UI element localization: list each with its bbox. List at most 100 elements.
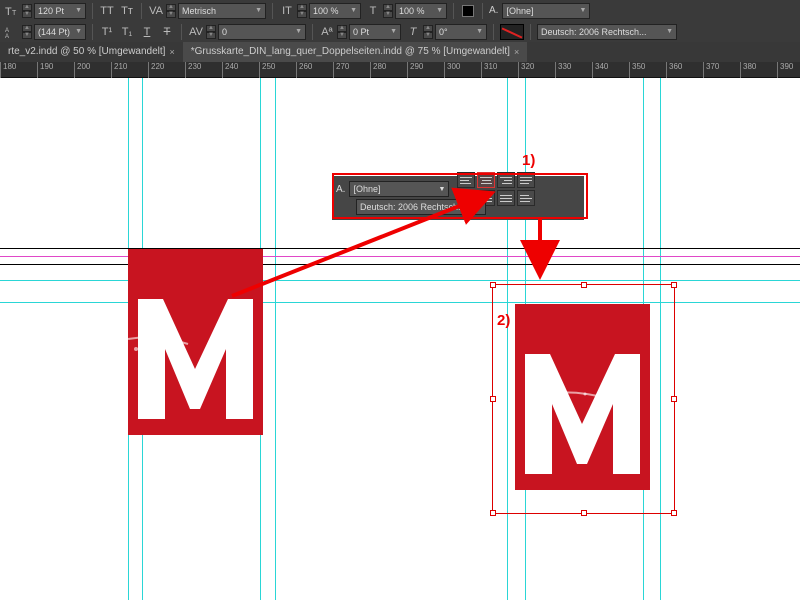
guide-horizontal[interactable] [0,280,800,281]
ruler-tick: 230 [185,62,201,78]
resize-handle[interactable] [671,396,677,402]
kerning-input[interactable]: Metrisch ▼ [178,3,266,19]
letter-m-graphic [515,304,650,490]
hscale-input[interactable]: 100 % ▼ [309,3,361,19]
ruler-tick: 270 [333,62,349,78]
placed-graphic-m-right[interactable] [515,304,650,490]
leading-group: AA ▲▼ (144 Pt)▼ [4,24,86,40]
ruler-tick: 240 [222,62,238,78]
placed-graphic-m-left[interactable] [128,249,263,435]
ruler-tick: 200 [74,62,90,78]
font-size-group: TT ▲▼ 120 Pt▼ [4,3,86,19]
close-icon[interactable]: × [514,42,519,62]
resize-handle[interactable] [581,510,587,516]
spinner[interactable]: ▲▼ [22,3,32,19]
tab-label: *Grusskarte_DIN_lang_quer_Doppelseiten.i… [191,42,510,62]
fill-icon[interactable] [460,3,476,19]
spinner[interactable]: ▲▼ [423,24,433,40]
spinner[interactable]: ▲▼ [383,3,393,19]
ruler-tick: 310 [481,62,497,78]
separator [272,3,273,19]
resize-handle[interactable] [490,282,496,288]
language-dropdown[interactable]: Deutsch: 2006 Rechtsch... ▼ [537,24,677,40]
ruler-tick: 210 [111,62,127,78]
skew-value: 0° [439,27,448,37]
vscale-input[interactable]: 100 % ▼ [395,3,447,19]
font-size-value: 120 Pt [38,6,64,16]
language-value: Deutsch: 2006 Rechtsch... [541,27,647,37]
letter-m-graphic [128,249,263,435]
dropdown-arrow-icon: ▼ [390,28,397,35]
resize-handle[interactable] [490,510,496,516]
para-style-dropdown[interactable]: [Ohne]▼ [502,3,590,19]
spinner[interactable]: ▲▼ [297,3,307,19]
font-size-input[interactable]: 120 Pt ▼ [34,3,86,19]
kerning-value: Metrisch [182,6,216,16]
skew-input[interactable]: 0° ▼ [435,24,487,40]
ruler-tick: 300 [444,62,460,78]
stroke-swatch[interactable] [500,24,524,40]
vscale-group: T ▲▼ 100 % ▼ [365,3,447,19]
ruler-tick: 320 [518,62,534,78]
vscale-icon: T [365,3,381,19]
document-canvas[interactable]: A. [Ohne] ▼ Deutsch: 2006 Rechtsch... [0,78,800,600]
document-tabs: rte_v2.indd @ 50 % [Umgewandelt] × *Grus… [0,42,800,62]
spinner[interactable]: ▲▼ [206,24,216,40]
ruler-tick: 350 [629,62,645,78]
annotation-highlight-1 [332,173,588,219]
tracking-group: AV ▲▼ 0▼ [188,24,306,40]
spinner[interactable]: ▲▼ [337,24,347,40]
guide-vertical[interactable] [275,78,276,600]
spinner[interactable]: ▲▼ [166,3,176,19]
dropdown-arrow-icon: ▼ [255,7,262,14]
ruler-tick: 340 [592,62,608,78]
separator [141,3,142,19]
para-style-label: A. [489,5,498,16]
skew-icon: T [405,24,421,40]
annotation-label-1: 1) [522,152,535,169]
resize-handle[interactable] [671,510,677,516]
page-edge [0,248,800,249]
ruler-tick: 330 [555,62,571,78]
resize-handle[interactable] [581,282,587,288]
hscale-icon: IT [279,3,295,19]
dropdown-arrow-icon: ▼ [666,28,673,35]
all-caps-icon[interactable]: TT [99,3,115,19]
subscript-icon[interactable]: T₁ [119,24,135,40]
superscript-icon[interactable]: T¹ [99,24,115,40]
ruler-tick: 390 [777,62,793,78]
resize-handle[interactable] [490,396,496,402]
close-icon[interactable]: × [169,42,174,62]
tracking-input[interactable]: 0▼ [218,24,306,40]
spinner[interactable]: ▲▼ [22,24,32,40]
small-caps-icon[interactable]: Tᴛ [119,3,135,19]
leading-input[interactable]: (144 Pt)▼ [34,24,86,40]
dropdown-arrow-icon: ▼ [580,7,587,14]
guide-horizontal[interactable] [0,302,800,303]
horizontal-ruler[interactable]: 1801902002102202302402502602702802903003… [0,62,800,78]
dropdown-arrow-icon: ▼ [476,28,483,35]
hscale-value: 100 % [313,6,339,16]
strikethrough-icon[interactable]: T [159,24,175,40]
leading-icon: AA [4,24,20,40]
ruler-tick: 250 [259,62,275,78]
resize-handle[interactable] [671,282,677,288]
vscale-value: 100 % [399,6,425,16]
svg-text:A: A [5,34,9,39]
dropdown-arrow-icon: ▼ [350,7,357,14]
separator [453,3,454,19]
separator [493,24,494,40]
separator [92,3,93,19]
separator [92,24,93,40]
ruler-tick: 280 [370,62,386,78]
dropdown-arrow-icon: ▼ [436,7,443,14]
kerning-group: VA ▲▼ Metrisch▼ [148,3,266,19]
baseline-input[interactable]: 0 Pt▼ [349,24,401,40]
tab-document-1[interactable]: rte_v2.indd @ 50 % [Umgewandelt] × [0,42,183,62]
underline-icon[interactable]: T [139,24,155,40]
hscale-group: IT ▲▼ 100 % ▼ [279,3,361,19]
ruler-tick: 290 [407,62,423,78]
dropdown-arrow-icon: ▼ [75,7,82,14]
bleed-guide [0,256,800,257]
tab-document-2[interactable]: *Grusskarte_DIN_lang_quer_Doppelseiten.i… [183,42,527,62]
